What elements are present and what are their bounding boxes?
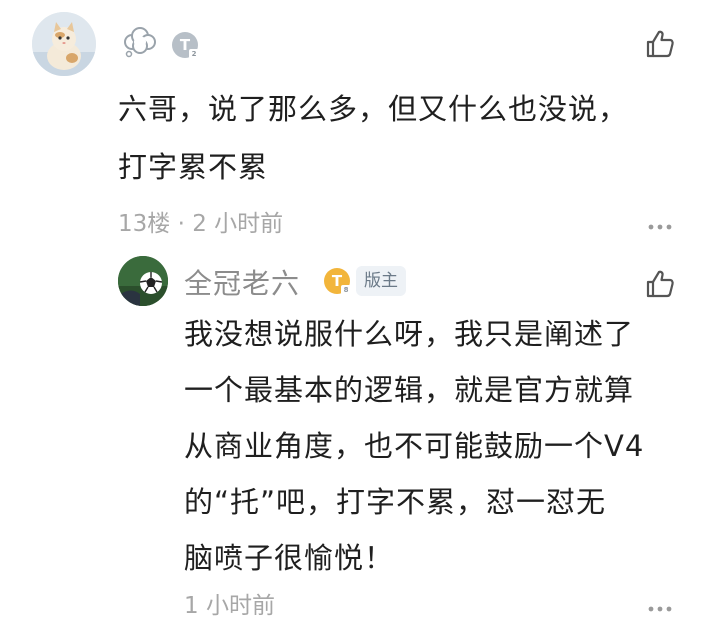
level-badge: T 8 xyxy=(324,268,351,295)
more-dots-icon xyxy=(648,606,672,612)
level-badge-sub: 2 xyxy=(189,49,199,59)
comment-text: 六哥，说了那么多，但又什么也没说， 打字累不累 xyxy=(118,80,678,196)
reply-text-line: 脑喷子很愉悦！ xyxy=(184,541,395,575)
role-badge: 版主 xyxy=(356,266,406,296)
thumbs-up-icon xyxy=(646,270,674,298)
more-button[interactable] xyxy=(647,216,673,230)
level-badge: T 2 xyxy=(172,32,199,59)
more-dots-icon xyxy=(648,224,672,230)
reply-text: 我没想说服什么呀，我只是阐述了 一个最基本的逻辑，就是官方就算 从商业角度，也不… xyxy=(184,306,684,586)
avatar[interactable] xyxy=(32,12,96,76)
like-button[interactable] xyxy=(644,268,676,300)
soccer-avatar-icon xyxy=(118,256,168,306)
reply-text-line: 的“托”吧，打字不累，怼一怼无 xyxy=(184,485,607,519)
reply-text-line: 我没想说服什么呀，我只是阐述了 xyxy=(184,317,635,351)
reply-text-line: 一个最基本的逻辑，就是官方就算 xyxy=(184,373,635,407)
thought-bubble-icon xyxy=(120,26,158,58)
comment-text-line: 六哥，说了那么多，但又什么也没说， xyxy=(118,92,629,126)
like-button[interactable] xyxy=(644,28,676,60)
reply-text-line: 从商业角度，也不可能鼓励一个V4 xyxy=(184,429,645,463)
comment-text-line: 打字累不累 xyxy=(118,150,269,184)
comment-meta: 13楼 · 2 小时前 xyxy=(118,211,284,237)
level-badge-sub: 8 xyxy=(341,285,351,295)
reply-avatar[interactable] xyxy=(118,256,168,306)
more-button[interactable] xyxy=(647,598,673,612)
reply-username[interactable]: 全冠老六 xyxy=(184,262,300,302)
reply-meta: 1 小时前 xyxy=(184,593,275,619)
cat-avatar-icon xyxy=(32,12,96,76)
thumbs-up-icon xyxy=(646,30,674,58)
